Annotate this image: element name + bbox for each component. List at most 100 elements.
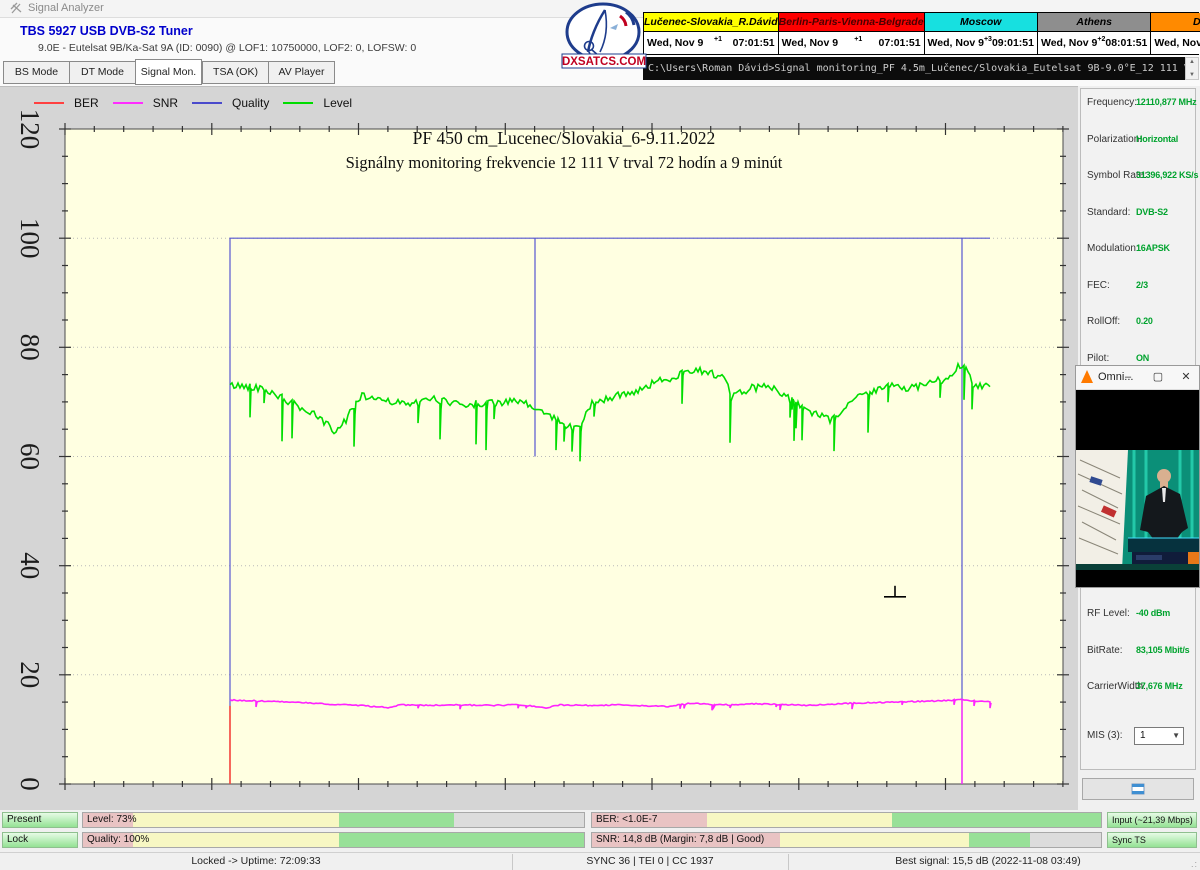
svg-text:DXSATCS.COM: DXSATCS.COM bbox=[562, 56, 646, 68]
legend-line bbox=[34, 102, 64, 104]
clock-time: Wed, Nov 9+410:01:51 bbox=[1151, 32, 1200, 54]
signal-value: ON bbox=[1136, 353, 1149, 363]
console-line[interactable]: C:\Users\Roman Dávid>Signal monitoring_P… bbox=[643, 57, 1185, 80]
clock-dubai: DubaiWed, Nov 9+410:01:51 bbox=[1151, 13, 1200, 54]
list-icon bbox=[1131, 783, 1145, 795]
progress-bar: Level: 73% bbox=[82, 812, 585, 828]
signal-label: RF Level: bbox=[1087, 608, 1130, 619]
video-frame[interactable] bbox=[1076, 390, 1199, 587]
close-button[interactable]: ✕ bbox=[1175, 366, 1197, 389]
svg-text:0: 0 bbox=[15, 777, 45, 791]
clock-city: Dubai bbox=[1151, 13, 1200, 32]
svg-text:100: 100 bbox=[15, 218, 45, 259]
clock-time: Wed, Nov 9+107:01:51 bbox=[644, 32, 778, 54]
status-row: PresentLevel: 73%BER: <1.0E-7Input (~21,… bbox=[0, 812, 1200, 828]
legend-item-snr: SNR bbox=[113, 96, 178, 110]
clock-city: Lučenec-Slovakia_R.Dávid bbox=[644, 13, 778, 32]
tab-av-player[interactable]: AV Player bbox=[268, 61, 335, 84]
omni-titlebar[interactable]: Omni... – ▢ ✕ bbox=[1076, 366, 1199, 390]
chevron-down-icon: ▼ bbox=[1172, 728, 1180, 744]
status-row: Lock Quality: 100% SNR: 14,8 dB (Margin: 7… bbox=[0, 832, 1200, 848]
signal-value: 0.20 bbox=[1136, 316, 1153, 326]
badge-lock: Lock bbox=[2, 832, 78, 848]
signal-row-carrierwidth: CarrierWidth:37,676 MHz bbox=[1081, 681, 1197, 695]
clock-athens: AthensWed, Nov 9+208:01:51 bbox=[1038, 13, 1151, 54]
signal-row-rflevel: RF Level: -40 dBm bbox=[1081, 608, 1197, 622]
clock-city: Berlin-Paris-Vienna-Belgrade bbox=[779, 13, 924, 32]
chart-panel: 020406080100120PF 450 cm_Lucenec/Slovaki… bbox=[0, 86, 1078, 811]
legend-label: SNR bbox=[153, 96, 178, 110]
signal-row-polarization: Polarization:Horizontal bbox=[1081, 134, 1197, 148]
progress-label: SNR: 14,8 dB (Margin: 7,8 dB | Good) bbox=[596, 834, 764, 845]
svg-text:120: 120 bbox=[15, 109, 45, 150]
app-icon bbox=[10, 2, 23, 15]
mis-dropdown[interactable]: 1 ▼ bbox=[1134, 727, 1184, 745]
legend-line bbox=[283, 102, 313, 104]
badge-present: Present bbox=[2, 812, 78, 828]
tab-bs-mode[interactable]: BS Mode bbox=[3, 61, 69, 84]
svg-text:PF 450 cm_Lucenec/Slovakia_6-9: PF 450 cm_Lucenec/Slovakia_6-9.11.2022 bbox=[413, 128, 716, 148]
tab-dt-mode[interactable]: DT Mode bbox=[69, 61, 135, 84]
progress-label: Quality: 100% bbox=[87, 834, 149, 845]
status-rows: PresentLevel: 73%BER: <1.0E-7Input (~21,… bbox=[0, 810, 1200, 852]
omni-player-window: Omni... – ▢ ✕ bbox=[1075, 365, 1200, 588]
statusbar-uptime: Locked -> Uptime: 72:09:33 bbox=[0, 855, 512, 867]
signal-label: Frequency: bbox=[1087, 97, 1137, 108]
clock-berlin-paris-vienna-belgrade: Berlin-Paris-Vienna-BelgradeWed, Nov 9+1… bbox=[779, 13, 925, 54]
clock-lu-enec-slovakia-r-d-vid: Lučenec-Slovakia_R.DávidWed, Nov 9+107:0… bbox=[644, 13, 779, 54]
signal-value: 83,105 Mbit/s bbox=[1136, 645, 1189, 655]
signal-row-frequency: Frequency:12110,877 MHz bbox=[1081, 97, 1197, 111]
signal-row-symbolrate: Symbol Rate:31396,922 KS/s bbox=[1081, 170, 1197, 184]
signal-label: Polarization: bbox=[1087, 134, 1142, 145]
signal-value: 2/3 bbox=[1136, 280, 1148, 290]
svg-text:80: 80 bbox=[15, 334, 45, 361]
console-scrollbar[interactable]: ▲▼ bbox=[1185, 57, 1199, 80]
progress-bar: Quality: 100% bbox=[82, 832, 585, 848]
legend-label: Quality bbox=[232, 96, 269, 110]
maximize-button[interactable]: ▢ bbox=[1147, 366, 1169, 389]
dxsatcs-logo: DXSATCS.COM bbox=[558, 2, 650, 70]
tab-signal-mon-[interactable]: Signal Mon. bbox=[135, 59, 202, 85]
signal-value: -40 dBm bbox=[1136, 608, 1170, 618]
signal-value: 37,676 MHz bbox=[1136, 681, 1183, 691]
status-bar: Locked -> Uptime: 72:09:33 SYNC 36 | TEI… bbox=[0, 852, 1200, 870]
legend-line bbox=[192, 102, 222, 104]
minimize-button[interactable]: – bbox=[1117, 366, 1139, 389]
tab-tsa-ok-[interactable]: TSA (OK) bbox=[202, 61, 268, 84]
signal-value: DVB-S2 bbox=[1136, 207, 1168, 217]
window-title: Signal Analyzer bbox=[28, 2, 104, 14]
signal-row-modulation: Modulation:16APSK bbox=[1081, 243, 1197, 257]
panel-list-button[interactable] bbox=[1082, 778, 1194, 800]
clock-time: Wed, Nov 9+208:01:51 bbox=[1038, 32, 1150, 54]
mis-value: 1 bbox=[1140, 730, 1146, 741]
legend-label: BER bbox=[74, 96, 99, 110]
progress-bar: SNR: 14,8 dB (Margin: 7,8 dB | Good) bbox=[591, 832, 1102, 848]
progress-label: Level: 73% bbox=[87, 814, 136, 825]
clock-city: Athens bbox=[1038, 13, 1150, 32]
badge-sync-ts: Sync TS bbox=[1107, 832, 1197, 848]
svg-text:60: 60 bbox=[15, 443, 45, 470]
svg-text:Signálny monitoring frekvencie: Signálny monitoring frekvencie 12 111 V … bbox=[346, 153, 783, 172]
signal-chart[interactable]: 020406080100120PF 450 cm_Lucenec/Slovaki… bbox=[0, 87, 1078, 811]
signal-row-rolloff: RollOff: 0.20 bbox=[1081, 316, 1197, 330]
signal-label: FEC: bbox=[1087, 280, 1110, 291]
signal-row-standard: Standard:DVB-S2 bbox=[1081, 207, 1197, 221]
statusbar-sync: SYNC 36 | TEI 0 | CC 1937 bbox=[512, 855, 788, 867]
signal-label: RollOff: bbox=[1087, 316, 1120, 327]
legend-item-level: Level bbox=[283, 96, 352, 110]
signal-label: Modulation: bbox=[1087, 243, 1139, 254]
signal-value: 12110,877 MHz bbox=[1136, 97, 1196, 107]
vlc-cone-icon bbox=[1081, 370, 1093, 383]
clock-time: Wed, Nov 9+309:01:51 bbox=[925, 32, 1037, 54]
signal-value: Horizontal bbox=[1136, 134, 1178, 144]
console-text: C:\Users\Roman Dávid>Signal monitoring_P… bbox=[643, 63, 1185, 74]
tuner-name: TBS 5927 USB DVB-S2 Tuner bbox=[20, 24, 193, 38]
progress-bar: BER: <1.0E-7 bbox=[591, 812, 1102, 828]
chart-legend: BER SNR Quality Level bbox=[34, 96, 352, 110]
resize-grip[interactable]: .: bbox=[1191, 859, 1198, 869]
signal-label: BitRate: bbox=[1087, 645, 1123, 656]
statusbar-best-signal: Best signal: 15,5 dB (2022-11-08 03:49) bbox=[788, 855, 1188, 867]
legend-label: Level bbox=[323, 96, 352, 110]
signal-value: 16APSK bbox=[1136, 243, 1170, 253]
signal-label: Pilot: bbox=[1087, 353, 1109, 364]
